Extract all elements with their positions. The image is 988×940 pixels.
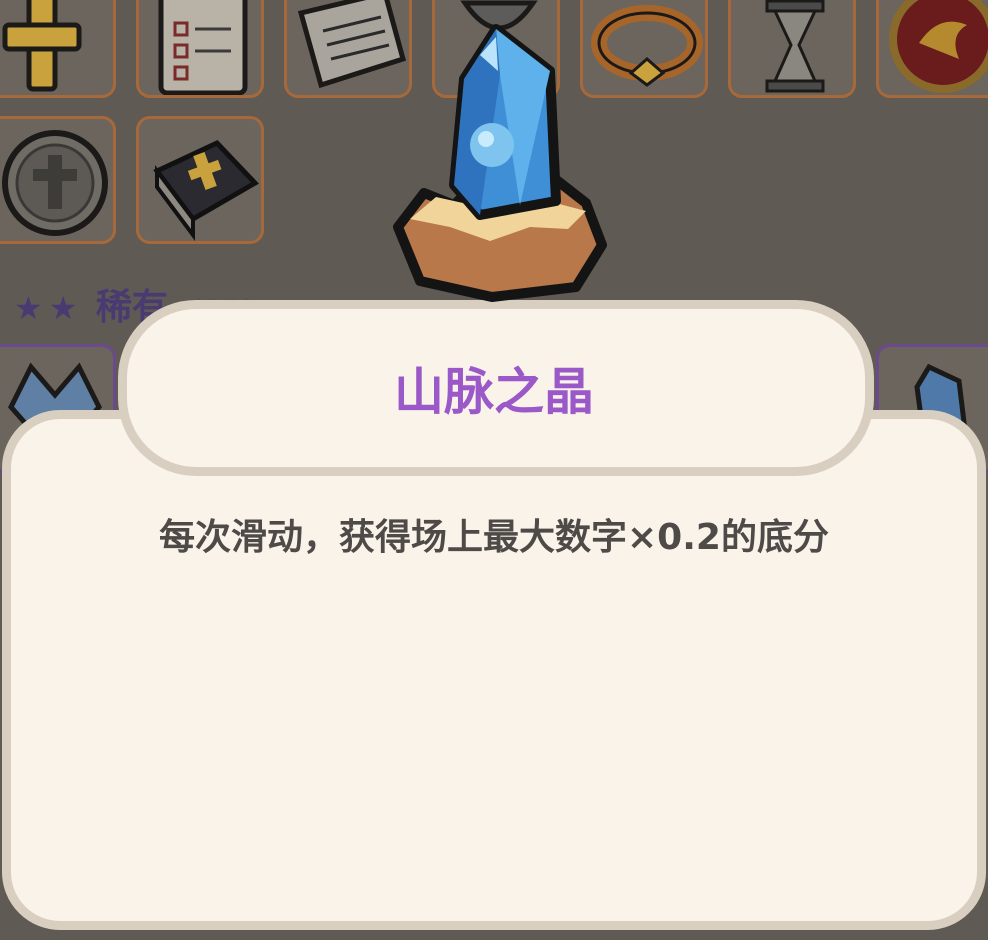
inventory-slot[interactable] — [876, 0, 988, 98]
cross-icon — [2, 0, 82, 92]
holy-book-icon — [153, 139, 259, 241]
phoenix-medal-icon — [889, 0, 988, 93]
checklist-scroll-icon — [158, 0, 248, 95]
rarity-stars: ★★ — [14, 289, 84, 327]
inventory-slot[interactable] — [0, 116, 116, 244]
inventory-slot[interactable] — [728, 0, 856, 98]
inventory-slot[interactable] — [136, 116, 264, 244]
item-description: 每次滑动，获得场上最大数字×0.2的底分 — [159, 517, 829, 558]
inventory-slot[interactable] — [136, 0, 264, 98]
hourglass-icon — [765, 0, 825, 93]
item-title: 山脉之晶 — [394, 363, 594, 421]
cross-coin-icon — [2, 130, 108, 236]
item-detail-panel — [2, 410, 986, 930]
inventory-slot[interactable] — [0, 0, 116, 98]
mountain-crystal-icon — [393, 24, 607, 302]
